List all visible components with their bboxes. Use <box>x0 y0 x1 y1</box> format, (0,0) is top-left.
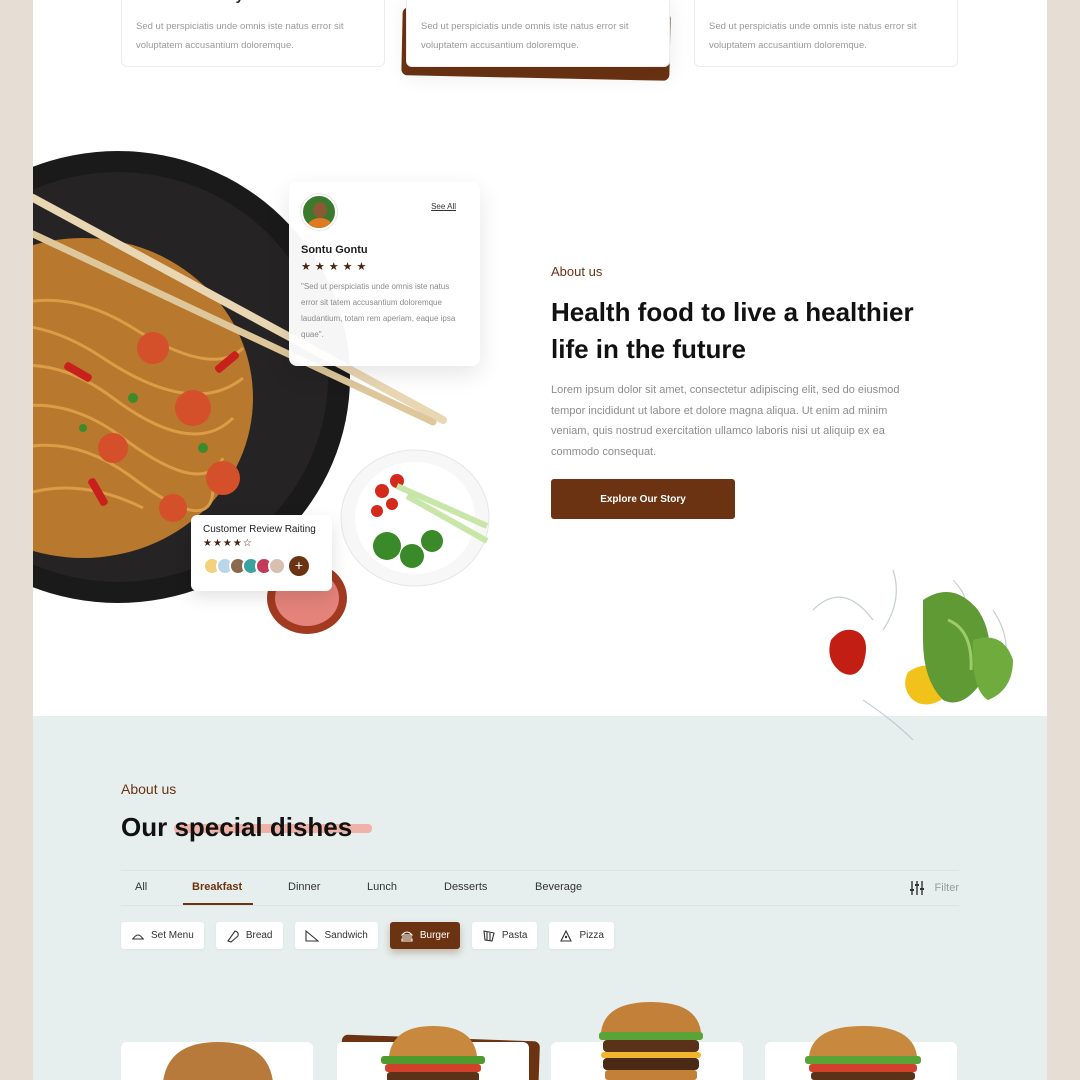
see-all-link[interactable]: See All <box>431 202 456 211</box>
dishes-label: About us <box>121 781 177 797</box>
chip-pizza[interactable]: Pizza <box>549 922 614 949</box>
chip-label: Sandwich <box>324 930 368 941</box>
tab-breakfast[interactable]: Breakfast <box>192 881 242 893</box>
filter-button[interactable]: Filter <box>909 880 959 896</box>
review-stars: ★★★★★ <box>301 261 371 273</box>
feature-card-offers: Best Offers in Town! Sed ut perspiciatis… <box>694 0 958 67</box>
review-text: "Sed ut perspiciatis unde omnis iste nat… <box>301 282 456 339</box>
tab-beverage[interactable]: Beverage <box>535 881 582 893</box>
avatar <box>268 557 286 575</box>
feature-card-delivery: Fastest Delivery Sed ut perspiciatis und… <box>121 0 385 67</box>
filter-icon <box>909 881 924 895</box>
chip-label: Pasta <box>501 930 528 941</box>
rating-card: Customer Review Raiting ★★★★☆ + <box>191 515 332 591</box>
avatar <box>301 194 337 230</box>
dishes-title-plain: Our <box>121 812 175 842</box>
chip-label: Pizza <box>579 930 604 941</box>
chip-pasta[interactable]: Pasta <box>471 922 538 949</box>
hero-description: Lorem ipsum dolor sit amet, consectetur … <box>551 384 900 458</box>
burger-image <box>381 1026 485 1080</box>
feature-desc: Sed ut perspiciatis unde omnis iste natu… <box>421 21 629 51</box>
pizza-icon <box>560 929 573 942</box>
burger-image <box>599 1002 703 1080</box>
special-dishes-section: About us Our special dishes All Breakfas… <box>33 716 1047 1080</box>
burger-image <box>805 1026 921 1080</box>
burger-icon <box>400 930 414 942</box>
rating-title: Customer Review Raiting <box>203 524 316 535</box>
chip-bread[interactable]: Bread <box>215 922 283 949</box>
chip-set-menu[interactable]: Set Menu <box>121 922 204 949</box>
chip-label: Burger <box>419 930 450 941</box>
pasta-icon <box>483 929 495 942</box>
customer-avatars: + <box>203 556 320 576</box>
category-tabs: All Breakfast Dinner Lunch Desserts Beve… <box>121 870 959 906</box>
hero-title-line2: life in the future <box>551 331 746 368</box>
feature-title: Fastest Delivery <box>136 0 370 9</box>
tab-dinner[interactable]: Dinner <box>288 881 320 893</box>
reviewer-name: Sontu Gontu <box>301 244 368 256</box>
chip-sandwich[interactable]: Sandwich <box>294 922 378 949</box>
burger-image <box>163 1042 273 1080</box>
feature-desc: Sed ut perspiciatis unde omnis iste natu… <box>709 21 917 51</box>
feature-card-taste: Best Taste Sed ut perspiciatis unde omni… <box>406 0 670 67</box>
rating-stars: ★★★★☆ <box>203 538 253 549</box>
salad-bowl-image <box>340 449 490 587</box>
about-label: About us <box>551 264 603 279</box>
feature-title: Best Taste <box>421 0 655 9</box>
chip-label: Bread <box>245 930 273 941</box>
tab-all[interactable]: All <box>135 881 147 893</box>
chip-burger[interactable]: Burger <box>389 922 460 949</box>
hero-title: Health food to live a healthier life in … <box>551 294 951 368</box>
active-tab-indicator <box>183 903 253 905</box>
explore-story-button[interactable]: Explore Our Story <box>551 479 735 519</box>
dishes-title: Our special dishes <box>121 812 372 843</box>
filter-label: Filter <box>934 882 959 894</box>
sandwich-icon <box>304 929 319 942</box>
vegetables-image <box>812 569 1013 741</box>
set-menu-icon <box>132 933 144 940</box>
page: Fastest Delivery Sed ut perspiciatis und… <box>33 0 1047 1080</box>
add-icon[interactable]: + <box>289 556 309 576</box>
dishes-title-highlight: special dishes <box>174 812 353 842</box>
tab-desserts[interactable]: Desserts <box>444 881 487 893</box>
tab-lunch[interactable]: Lunch <box>367 881 397 893</box>
customer-review-card: See All Sontu Gontu ★★★★★ "Sed ut perspi… <box>289 182 480 366</box>
subcategory-chips: Set Menu Bread Sandwich Burger Pasta Piz… <box>121 922 614 949</box>
bread-icon <box>226 929 239 943</box>
feature-title: Best Offers in Town! <box>709 0 943 9</box>
hero-title-line1: Health food to live a healthier <box>551 297 914 327</box>
feature-desc: Sed ut perspiciatis unde omnis iste natu… <box>136 21 344 51</box>
chip-label: Set Menu <box>151 930 194 941</box>
